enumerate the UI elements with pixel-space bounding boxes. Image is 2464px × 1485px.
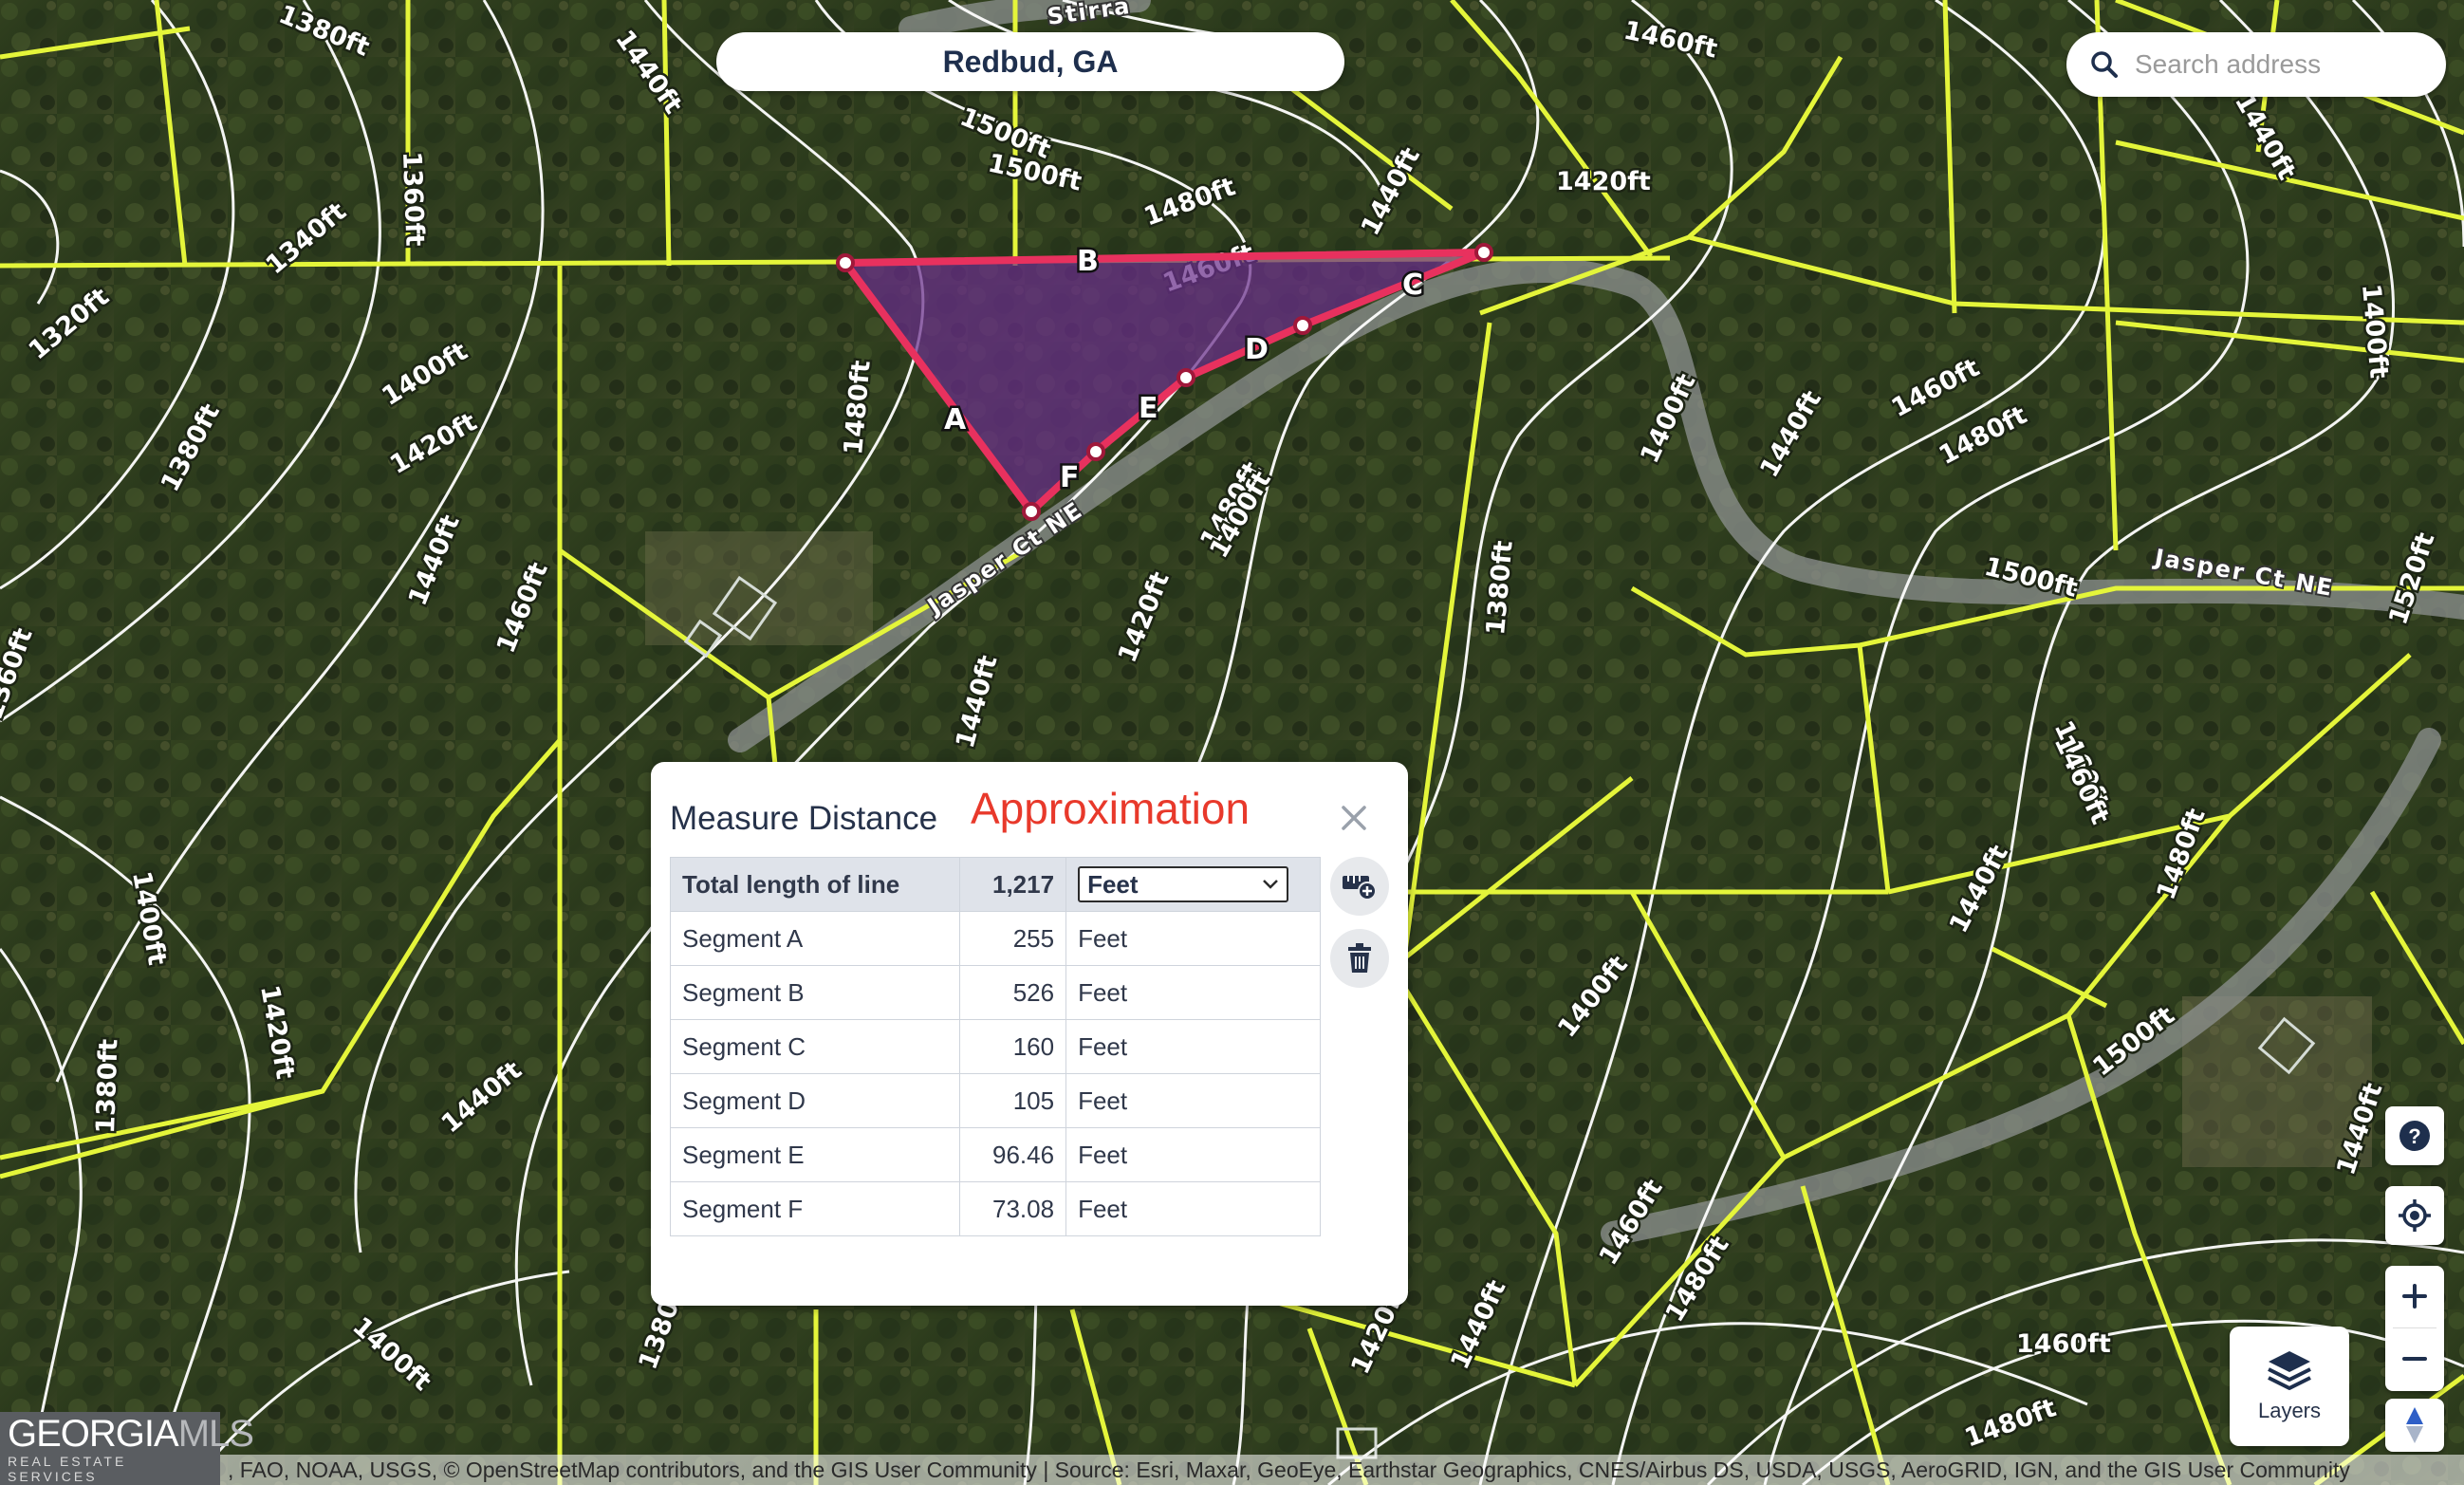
segment-label-e: E: [1139, 392, 1158, 425]
segment-unit: Feet: [1065, 911, 1321, 966]
map-app: Jasper Ct NE Jasper Ct NE Stirra 1380ft …: [0, 0, 2464, 1485]
map-attribution: , FAO, NOAA, USGS, © OpenStreetMap contr…: [0, 1455, 2464, 1485]
search-input[interactable]: [2133, 48, 2440, 81]
locate-icon: [2399, 1199, 2431, 1232]
layers-label: Layers: [2257, 1399, 2322, 1422]
zoom-controls: [2385, 1266, 2444, 1391]
compass-button[interactable]: [2385, 1399, 2444, 1452]
segment-value: 160: [959, 1019, 1067, 1074]
measure-distance-panel: Measure Distance Approximation Total len…: [651, 762, 1408, 1306]
segment-label: Segment A: [669, 911, 961, 966]
locate-button[interactable]: [2385, 1186, 2444, 1245]
contour-label: 1460ft: [2016, 1329, 2111, 1359]
segment-value: 73.08: [959, 1181, 1067, 1236]
table-row: Segment A 255 Feet: [669, 911, 1321, 966]
segment-unit: Feet: [1065, 965, 1321, 1020]
panel-title: Measure Distance: [670, 800, 938, 837]
compass-icon: [2406, 1407, 2423, 1443]
brand-tagline: REAL ESTATE SERVICES: [8, 1453, 127, 1484]
segment-unit: Feet: [1065, 1181, 1321, 1236]
chevron-down-icon: [1263, 880, 1278, 889]
segment-label-b: B: [1077, 245, 1099, 278]
unit-selected-value: Feet: [1087, 869, 1139, 899]
zoom-out-button[interactable]: [2385, 1328, 2444, 1389]
layers-button[interactable]: Layers: [2230, 1327, 2349, 1446]
vertex-handle[interactable]: [836, 253, 855, 272]
segment-label: Segment C: [669, 1019, 961, 1074]
brand-name-a: GEORGIA: [8, 1412, 179, 1455]
table-row: Segment D 105 Feet: [669, 1073, 1321, 1128]
vertex-handle[interactable]: [1176, 368, 1195, 387]
contour-label: 1380ft: [91, 1038, 123, 1134]
table-row: Segment B 526 Feet: [669, 965, 1321, 1020]
segment-label: Segment E: [669, 1127, 961, 1182]
segment-unit: Feet: [1065, 1073, 1321, 1128]
total-row: Total length of line 1,217 Feet: [669, 857, 1321, 912]
layers-icon: [2268, 1351, 2311, 1390]
vertex-handle[interactable]: [1086, 442, 1105, 461]
attribution-text: , FAO, NOAA, USGS, © OpenStreetMap contr…: [228, 1457, 2350, 1482]
segment-label: Segment F: [669, 1181, 961, 1236]
segment-value: 96.46: [959, 1127, 1067, 1182]
brand-name-b: MLS: [177, 1412, 254, 1455]
brand-name: GEORGIAMLS: [8, 1412, 254, 1455]
vertex-handle[interactable]: [1474, 243, 1493, 262]
table-row: Segment C 160 Feet: [669, 1019, 1321, 1074]
contour-label: 1420ft: [1556, 167, 1651, 196]
close-icon: [1342, 806, 1366, 830]
close-button[interactable]: [1334, 798, 1374, 838]
contour-label: 1360ft: [397, 151, 429, 247]
segment-label: Segment D: [669, 1073, 961, 1128]
panel-subtitle: Approximation: [971, 784, 1251, 833]
minus-icon: [2402, 1357, 2427, 1361]
segment-label-d: D: [1245, 333, 1269, 366]
vertex-handle[interactable]: [1022, 502, 1041, 521]
search-bar[interactable]: [2066, 32, 2446, 97]
segment-label-c: C: [1402, 269, 1423, 302]
segment-value: 255: [959, 911, 1067, 966]
segment-label-a: A: [944, 403, 967, 436]
segment-value: 526: [959, 965, 1067, 1020]
segment-unit: Feet: [1065, 1019, 1321, 1074]
unit-cell: Feet: [1065, 857, 1321, 912]
segment-value: 105: [959, 1073, 1067, 1128]
brand-logo[interactable]: GEORGIAMLS REAL ESTATE SERVICES: [0, 1412, 254, 1485]
total-label: Total length of line: [669, 857, 961, 912]
unit-select[interactable]: Feet: [1078, 866, 1289, 902]
zoom-in-button[interactable]: [2385, 1266, 2444, 1327]
measure-table: Total length of line 1,217 Feet Segment …: [669, 857, 1321, 1236]
location-title: Redbud, GA: [716, 32, 1344, 91]
segment-label: Segment B: [669, 965, 961, 1020]
delete-measurement-button[interactable]: [1330, 929, 1389, 988]
trash-icon: [1348, 943, 1371, 973]
segment-unit: Feet: [1065, 1127, 1321, 1182]
table-row: Segment F 73.08 Feet: [669, 1181, 1321, 1236]
table-row: Segment E 96.46 Feet: [669, 1127, 1321, 1182]
search-icon: [2087, 47, 2121, 82]
plus-icon: [2402, 1284, 2427, 1309]
add-ruler-icon: [1343, 876, 1377, 900]
svg-text:?: ?: [2408, 1124, 2420, 1148]
help-button[interactable]: ?: [2385, 1106, 2444, 1165]
help-icon: ?: [2399, 1121, 2430, 1151]
add-measurement-button[interactable]: [1330, 857, 1389, 916]
total-value: 1,217: [959, 857, 1067, 912]
vertex-handle[interactable]: [1293, 316, 1312, 335]
segment-label-f: F: [1060, 461, 1080, 494]
